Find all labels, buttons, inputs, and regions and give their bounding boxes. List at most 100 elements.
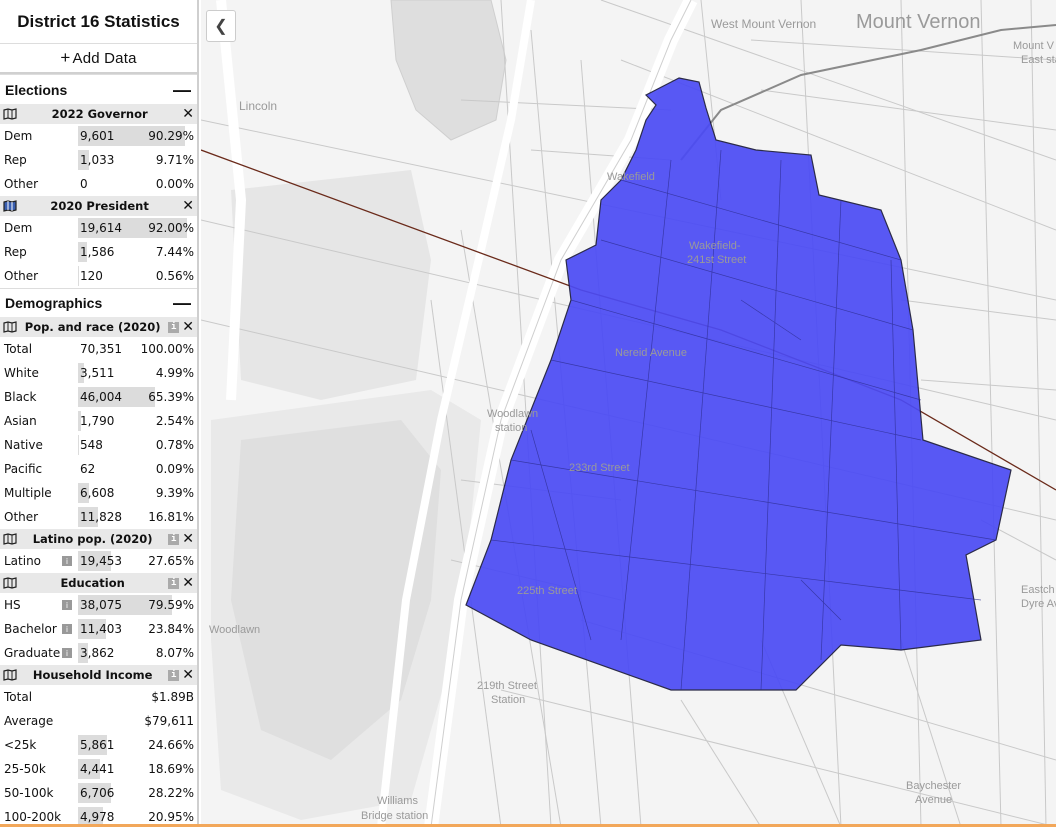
stat-row: Dem 9,601 90.29% (0, 124, 197, 148)
info-icon[interactable]: i (62, 600, 72, 610)
stat-label: 100-200k (4, 810, 62, 824)
map-icon[interactable] (3, 321, 17, 333)
label-225th-street: 225th Street (517, 585, 577, 597)
statistics-sidebar: District 16 Statistics + Add Data Electi… (0, 0, 199, 827)
section-demographics[interactable]: Demographics — (0, 288, 197, 317)
stat-label: Total (4, 690, 33, 704)
label-woodlawn-station-1: Woodlawn (487, 408, 538, 420)
stat-percent: 28.22% (148, 786, 194, 800)
stat-row: 50-100k 6,706 28.22% (0, 781, 197, 805)
label-baychester-1: Baychester (906, 780, 961, 792)
dataset-name: Education (60, 576, 125, 590)
dataset-name: Pop. and race (2020) (24, 320, 161, 334)
close-icon[interactable]: ✕ (182, 320, 194, 334)
close-icon[interactable]: ✕ (182, 532, 194, 546)
stat-percent: 18.69% (148, 762, 194, 776)
stat-percent: 65.39% (148, 390, 194, 404)
dataset-header: 2022 Governor ✕ (0, 104, 197, 124)
stat-percent: 20.95% (148, 810, 194, 824)
stat-row: <25k 5,861 24.66% (0, 733, 197, 757)
info-icon[interactable]: i (62, 648, 72, 658)
map-icon[interactable] (3, 108, 17, 120)
stat-percent: 16.81% (148, 510, 194, 524)
chevron-left-icon: ❮ (214, 18, 228, 35)
dataset-header: Latino pop. (2020) i ✕ (0, 529, 197, 549)
stat-value: 1,790 (80, 414, 115, 428)
stat-value: 3,862 (80, 646, 115, 660)
label-nereid-avenue: Nereid Avenue (615, 347, 687, 359)
stat-value: 0 (80, 177, 88, 191)
stat-value: 46,004 (80, 390, 122, 404)
label-219th-street-2: Station (491, 694, 525, 706)
label-mount-vernon-east-2: East sta (1021, 54, 1056, 66)
stat-label: Black (4, 390, 37, 404)
map-icon[interactable] (3, 669, 17, 681)
label-williams-2: Bridge station (361, 810, 428, 822)
stat-label: <25k (4, 738, 37, 752)
stat-percent: 79.59% (148, 598, 194, 612)
stat-row: Rep 1,586 7.44% (0, 240, 197, 264)
map-icon[interactable] (3, 577, 17, 589)
dataset-header: Education i ✕ (0, 573, 197, 593)
label-wakefield: Wakefield (607, 171, 655, 183)
label-eastch-2: Dyre Av (1021, 598, 1056, 610)
label-baychester-2: Avenue (915, 794, 952, 806)
stat-percent: 24.66% (148, 738, 194, 752)
info-icon[interactable]: i (168, 669, 180, 681)
label-219th-street-1: 219th Street (477, 680, 537, 692)
stat-row: Average $79,611 (0, 709, 197, 733)
info-icon[interactable]: i (62, 624, 72, 634)
section-elections[interactable]: Elections — (0, 74, 197, 104)
map-icon[interactable] (3, 533, 17, 545)
label-woodlawn-station-2: station (495, 422, 527, 434)
add-data-button[interactable]: + Add Data (0, 44, 197, 74)
stat-value: 120 (80, 269, 103, 283)
close-icon[interactable]: ✕ (182, 107, 194, 121)
stat-label: Other (4, 510, 39, 524)
dataset-name: 2020 President (50, 199, 149, 213)
close-icon[interactable]: ✕ (182, 668, 194, 682)
plus-icon: + (60, 48, 71, 67)
label-233rd-street: 233rd Street (569, 462, 630, 474)
map-icon[interactable] (3, 200, 17, 212)
dataset-header: Household Income i ✕ (0, 665, 197, 685)
collapse-icon[interactable]: — (173, 294, 191, 312)
map-canvas[interactable]: Mount Vernon West Mount Vernon Mount V E… (201, 0, 1056, 827)
info-icon[interactable]: i (168, 321, 180, 333)
stat-value: 19,453 (80, 554, 122, 568)
info-icon[interactable]: i (62, 556, 72, 566)
collapse-sidebar-button[interactable]: ❮ (206, 10, 236, 42)
stat-percent: 0.00% (155, 177, 194, 191)
stat-label: Other (4, 177, 39, 191)
stat-label: Native (4, 438, 43, 452)
label-wakefield-241-2: 241st Street (687, 254, 746, 266)
stat-label: Rep (4, 245, 27, 259)
close-icon[interactable]: ✕ (182, 576, 194, 590)
label-eastch-1: Eastch (1021, 584, 1055, 596)
stat-label: Dem (4, 221, 33, 235)
stat-label: Rep (4, 153, 27, 167)
info-icon[interactable]: i (168, 577, 180, 589)
dataset-name: 2022 Governor (51, 107, 148, 121)
stat-percent: 23.84% (148, 622, 194, 636)
stat-value: 1,033 (80, 153, 115, 167)
collapse-icon[interactable]: — (173, 81, 191, 99)
stat-value: 6,608 (80, 486, 115, 500)
stat-percent: 8.07% (155, 646, 194, 660)
stat-row: Rep 1,033 9.71% (0, 148, 197, 172)
stat-label: Pacific (4, 462, 43, 476)
map-view[interactable]: Mount Vernon West Mount Vernon Mount V E… (201, 0, 1056, 827)
dataset-name: Household Income (32, 668, 153, 682)
stat-row: HS i 38,075 79.59% (0, 593, 197, 617)
add-data-label: Add Data (72, 49, 137, 67)
stat-value: 3,511 (80, 366, 115, 380)
label-williams-1: Williams (377, 795, 418, 807)
info-icon[interactable]: i (168, 533, 180, 545)
stat-percent: $79,611 (144, 714, 194, 728)
stat-row: Latino i 19,453 27.65% (0, 549, 197, 573)
close-icon[interactable]: ✕ (182, 199, 194, 213)
stat-row: Multiple 6,608 9.39% (0, 481, 197, 505)
stat-percent: 0.56% (155, 269, 194, 283)
stat-row: Total $1.89B (0, 685, 197, 709)
stat-percent: 2.54% (155, 414, 194, 428)
